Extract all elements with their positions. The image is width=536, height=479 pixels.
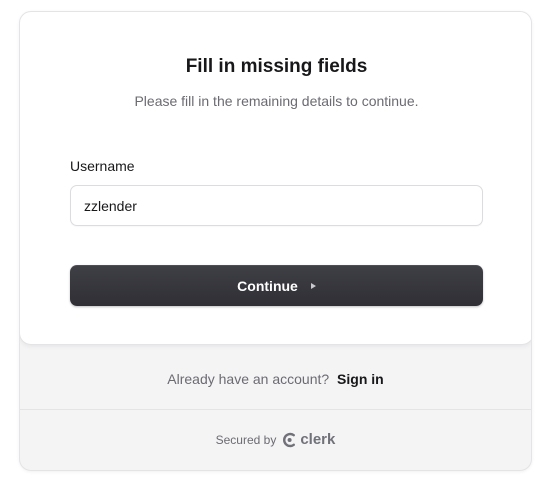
secured-by-badge: Secured by clerk [20, 431, 531, 448]
footer-divider [20, 409, 531, 410]
username-input[interactable] [70, 185, 483, 226]
page-subtitle: Please fill in the remaining details to … [134, 93, 419, 109]
username-label: Username [70, 158, 135, 174]
clerk-logo[interactable]: clerk [282, 431, 335, 448]
continue-button-label: Continue [237, 277, 298, 294]
card-main-panel: Fill in missing fields Please fill in th… [20, 12, 531, 345]
secured-by-text: Secured by [215, 432, 277, 447]
clerk-logo-icon [283, 432, 296, 447]
continue-button[interactable]: Continue [70, 265, 483, 306]
clerk-brand-text: clerk [300, 431, 336, 448]
signup-card: Fill in missing fields Please fill in th… [19, 11, 532, 471]
arrow-right-icon [310, 282, 316, 289]
signin-prompt: Already have an account? Sign in [20, 371, 531, 387]
already-have-account-text: Already have an account? [167, 371, 330, 387]
sign-in-link[interactable]: Sign in [337, 371, 384, 387]
page-title: Fill in missing fields [185, 56, 368, 77]
